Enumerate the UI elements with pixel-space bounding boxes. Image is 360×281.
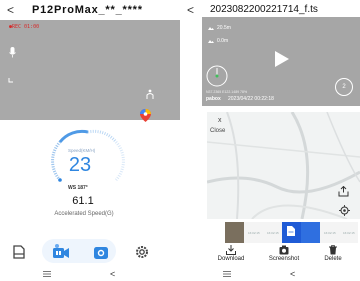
thumbnail[interactable] — [301, 222, 320, 243]
thumbnail-selected[interactable] — [282, 222, 301, 243]
back-button[interactable]: < — [7, 3, 14, 17]
thumbnail-time: 16:02:15 — [324, 231, 336, 235]
left-app-screen: < P12ProMax_**_**** ●REC 01:00 Speed(KM/… — [0, 0, 180, 281]
settings-icon[interactable] — [134, 244, 150, 260]
locate-icon[interactable] — [339, 205, 350, 216]
close-icon[interactable]: x — [218, 117, 222, 124]
map-view[interactable] — [207, 112, 360, 219]
system-navigation: < — [0, 268, 180, 281]
mountain-icon — [208, 40, 214, 43]
camera-icon[interactable] — [93, 244, 109, 260]
screenshot-label: Screenshot — [268, 256, 300, 262]
file-icon[interactable] — [11, 244, 27, 260]
right-app-screen: < 2023082200221714_f.ts 20.5m 0.0m 2 N37… — [180, 0, 360, 281]
close-label[interactable]: Close — [210, 128, 225, 134]
mountain-icon — [208, 27, 214, 30]
camera-preview[interactable]: ●REC 01:00 — [0, 20, 180, 120]
back-button[interactable]: < — [187, 3, 194, 17]
speed-value: 23 — [68, 154, 92, 176]
video-record-icon[interactable] — [52, 243, 70, 261]
action-bar: Download Screenshot Delete — [180, 245, 360, 267]
play-icon[interactable] — [274, 50, 290, 68]
wind-direction-label: WS 187° — [68, 185, 88, 191]
system-navigation: < — [180, 268, 360, 281]
download-button[interactable]: Download — [214, 245, 248, 262]
menu-icon[interactable] — [223, 271, 231, 277]
thumbnail[interactable]: 16:02:15 — [244, 222, 263, 243]
trash-icon — [329, 245, 337, 255]
acceleration-value: 61.1 — [72, 195, 94, 207]
thumbnail-time: 16:02:15 — [248, 231, 260, 235]
thumbnail-time: 16:02:15 — [267, 231, 279, 235]
download-icon — [226, 245, 236, 255]
acceleration-label: Accelerated Speed(G) — [54, 211, 114, 217]
map-roads — [207, 112, 360, 219]
compass-icon — [206, 65, 228, 87]
file-icon — [287, 226, 295, 236]
distance-value: 0.0m — [217, 38, 229, 44]
menu-icon[interactable] — [43, 271, 51, 277]
gps-readout: N37.2365 E122.1489 78% — [206, 90, 248, 94]
thumbnail-time: 16:02:15 — [343, 231, 355, 235]
location-pin-icon[interactable] — [138, 108, 153, 123]
delete-label: Delete — [324, 256, 342, 262]
delete-button[interactable]: Delete — [320, 245, 346, 262]
thumbnail[interactable] — [225, 222, 244, 243]
thumbnail[interactable]: 16:02:15 — [320, 222, 339, 243]
bottom-navigation — [0, 235, 180, 269]
altitude-value: 20.5m — [217, 25, 231, 31]
video-player[interactable]: 20.5m 0.0m 2 N37.2365 E122.1489 78% pabo… — [202, 17, 360, 106]
thumbnail-strip[interactable]: 16:02:15 16:02:15 16:02:15 16:02:15 — [225, 222, 360, 243]
speed-badge: 2 — [335, 78, 353, 96]
camera-icon — [279, 245, 289, 255]
thumbnail[interactable]: 16:02:15 — [339, 222, 358, 243]
system-back-button[interactable]: < — [290, 269, 295, 279]
brand-watermark: pabox — [206, 96, 221, 102]
speed-label: Speed(KM/H) — [68, 148, 96, 153]
microphone-icon[interactable] — [9, 47, 16, 58]
video-timestamp: 2023/04/22 00:22:18 — [228, 96, 274, 102]
thumbnail[interactable]: 16:02:15 — [263, 222, 282, 243]
download-label: Download — [217, 256, 245, 262]
screenshot-button[interactable]: Screenshot — [264, 245, 304, 262]
system-back-button[interactable]: < — [110, 269, 115, 279]
fullscreen-icon[interactable] — [8, 75, 16, 83]
device-title: P12ProMax_**_**** — [32, 4, 143, 16]
recording-status: ●REC 01:00 — [9, 24, 40, 30]
file-title: 2023082200221714_f.ts — [210, 4, 318, 15]
export-icon[interactable] — [338, 186, 349, 197]
top-bar: < P12ProMax_**_**** — [0, 0, 180, 20]
switch-camera-icon[interactable] — [145, 88, 155, 100]
